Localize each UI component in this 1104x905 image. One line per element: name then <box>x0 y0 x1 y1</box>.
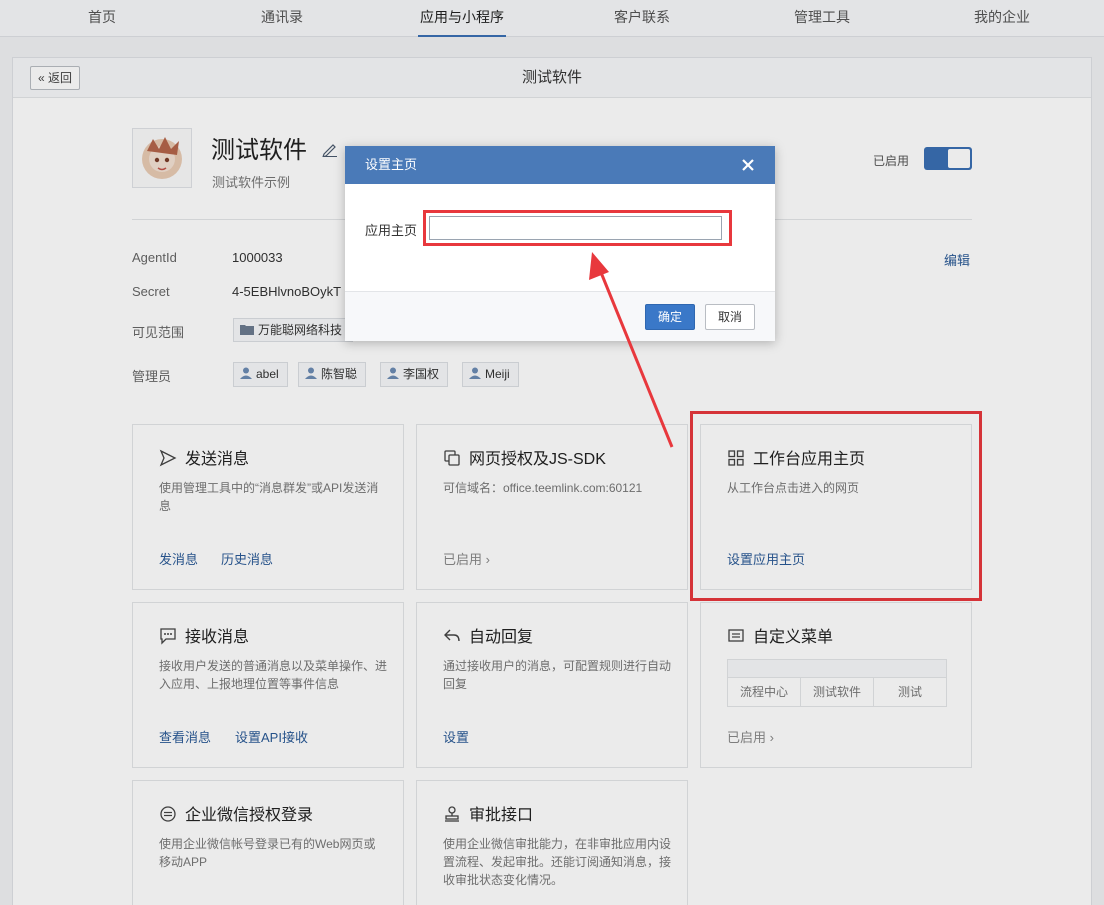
confirm-button[interactable]: 确定 <box>645 304 695 330</box>
cancel-button[interactable]: 取消 <box>705 304 755 330</box>
dialog-title: 设置主页 <box>365 157 418 172</box>
dialog-footer: 确定 取消 <box>345 291 775 341</box>
close-icon[interactable] <box>740 157 756 173</box>
modal-overlay <box>0 0 1104 905</box>
highlight-box <box>423 210 732 246</box>
dialog-header: 设置主页 <box>345 146 775 184</box>
app-home-label: 应用主页 <box>365 223 418 238</box>
set-home-dialog: 设置主页 应用主页 确定 取消 <box>345 146 775 341</box>
